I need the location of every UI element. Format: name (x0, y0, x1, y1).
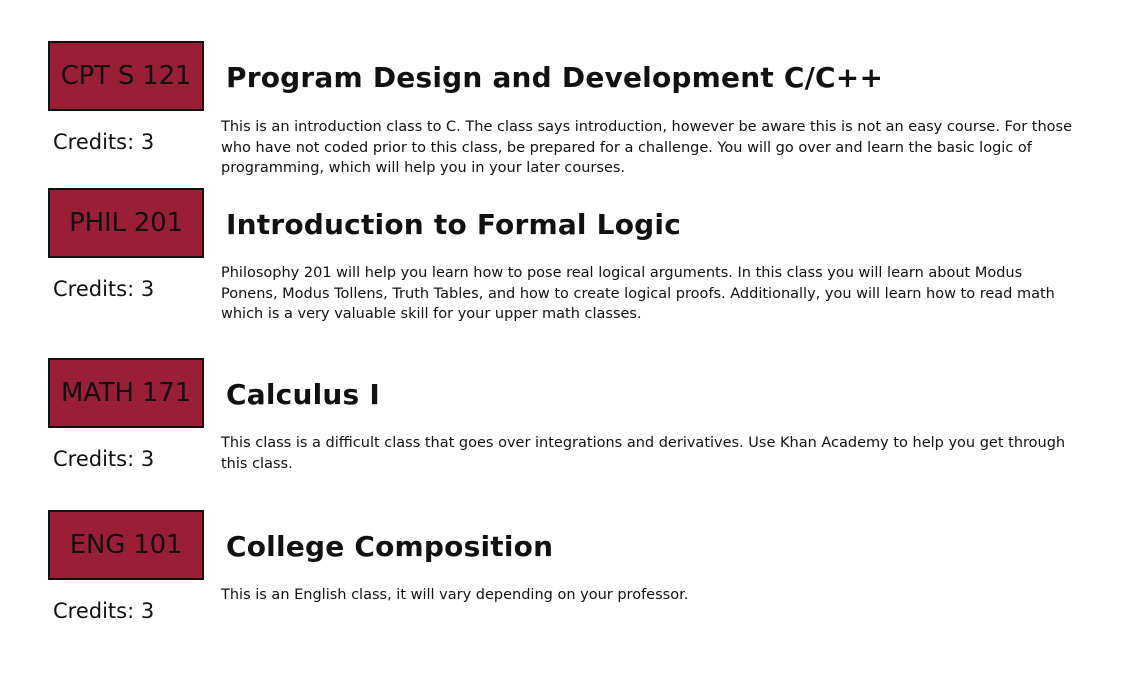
course-credits: Credits: 3 (53, 447, 155, 471)
course-credits: Credits: 3 (53, 130, 155, 154)
course-description: Philosophy 201 will help you learn how t… (221, 265, 1055, 322)
course-description: This class is a difficult class that goe… (221, 435, 1066, 472)
course-code-badge: PHIL 201 (48, 188, 204, 258)
course-credits: Credits: 3 (53, 599, 155, 623)
course-title: Introduction to Formal Logic (226, 208, 681, 241)
course-code-badge: CPT S 121 (48, 41, 204, 111)
course-credits: Credits: 3 (53, 277, 155, 301)
course-description: This is an introduction class to C. The … (221, 119, 1073, 176)
course-description: This is an English class, it will vary d… (221, 587, 689, 603)
course-code-badge: ENG 101 (48, 510, 204, 580)
course-title: College Composition (226, 530, 554, 563)
course-title: Program Design and Development C/C++ (226, 61, 884, 94)
course-code-badge: MATH 171 (48, 358, 204, 428)
course-title: Calculus I (226, 378, 380, 411)
